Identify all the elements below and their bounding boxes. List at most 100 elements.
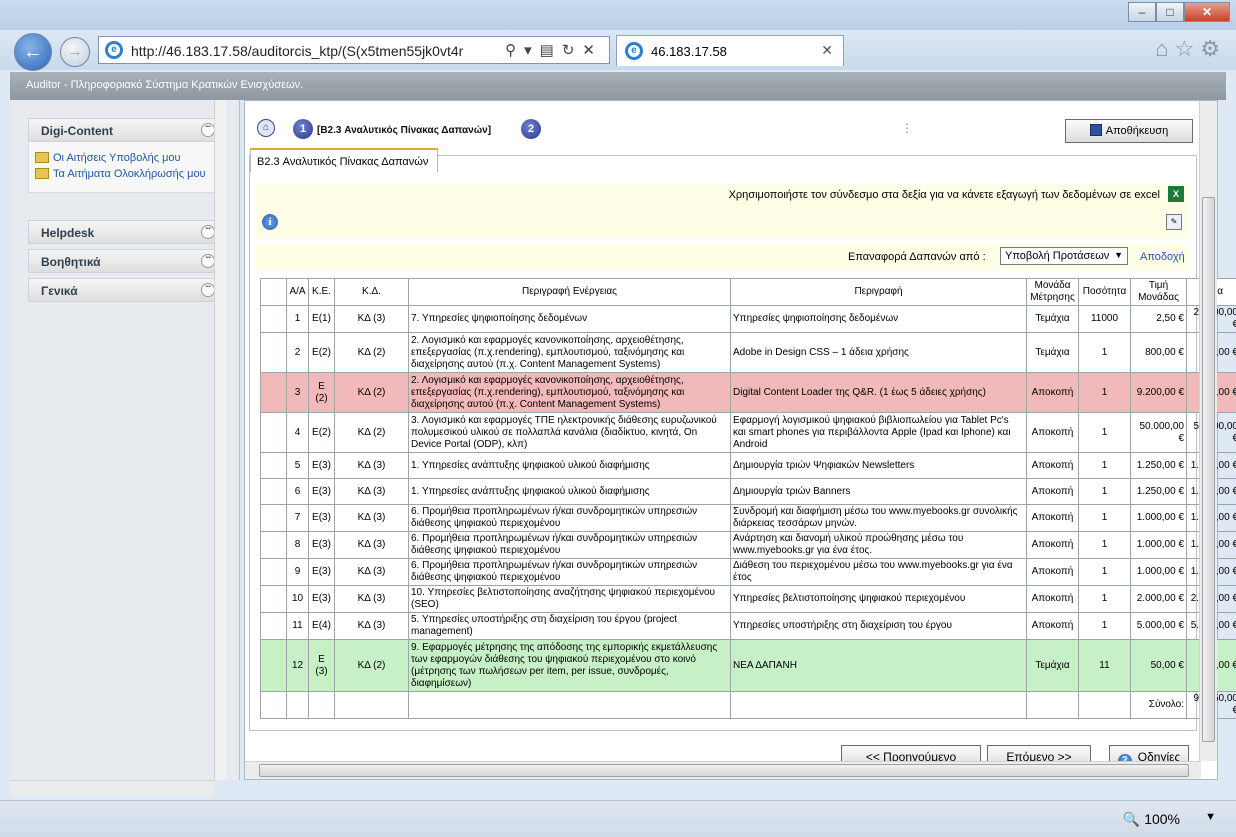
cell-unit-price: 5.000,00 € <box>1130 612 1187 640</box>
refresh-icon[interactable]: ↻ <box>562 42 583 59</box>
table-row[interactable]: 3Ε (2) ΚΔ (2) 2. Λογισμικό και εφαρμογές κ… <box>260 372 1236 413</box>
table-row[interactable]: 5 Ε(3) ΚΔ (3) 1. Υπηρεσίες ανάπτυξης ψηφιακ… <box>260 452 1236 479</box>
row-blank <box>260 452 287 479</box>
accordion-header-auxiliary[interactable]: Βοηθητικά ˇˇ <box>28 249 222 273</box>
cell-desc: Δημιουργία τριών Ψηφιακών Newsletters <box>730 452 1027 479</box>
cell-desc: ΝΕΑ ΔΑΠΑΝΗ <box>730 639 1027 692</box>
cell-desc: Υπηρεσίες βελτιστοποίησης ψηφιακού περιε… <box>730 585 1027 613</box>
table-row[interactable]: 8 Ε(3) ΚΔ (3) 6. Προμήθεια προπληρωμένων ή/… <box>260 531 1236 559</box>
home-icon[interactable]: ⌂ <box>1155 36 1174 61</box>
cell-ke: Ε (3) <box>308 639 335 692</box>
maximize-button[interactable]: □ <box>1156 2 1184 22</box>
app-header: Auditor - Πληροφοριακό Σύστημα Κρατικών … <box>10 72 1226 100</box>
ie-icon: e <box>105 41 123 59</box>
cell-aa: 7 <box>286 504 309 532</box>
col-unit-price: Τιμή Μονάδας <box>1130 278 1187 306</box>
left-panel-hscrollbar[interactable] <box>10 780 214 796</box>
cell-unit-price: 1.000,00 € <box>1130 558 1187 586</box>
link-my-applications[interactable]: Οι Αιτήσεις Υποβολής μου <box>35 152 215 164</box>
cell-ke: Ε (2) <box>308 372 335 413</box>
accept-link[interactable]: Αποδοχή <box>1140 251 1185 263</box>
zoom-level[interactable]: 🔍 100% <box>1123 811 1180 828</box>
cell-desc: Εφαρμογή λογισμικού ψηφιακού βιβλιοπωλεί… <box>730 412 1027 453</box>
left-panel-scrollbar[interactable] <box>214 100 226 780</box>
chevron-up-icon[interactable]: ˆˆ <box>201 123 215 137</box>
main-hscrollbar[interactable] <box>245 761 1201 779</box>
stop-icon[interactable]: ✕ <box>582 42 603 59</box>
forward-button[interactable]: → <box>60 37 90 67</box>
accordion-header-helpdesk[interactable]: Helpdesk ˇˇ <box>28 220 222 244</box>
save-button[interactable]: Αποθήκευση <box>1065 119 1193 143</box>
close-window-button[interactable]: ✕ <box>1184 2 1230 22</box>
row-blank <box>260 612 287 640</box>
chevron-down-icon[interactable]: ˇˇ <box>201 283 215 297</box>
row-blank <box>260 585 287 613</box>
cell-qty: 11000 <box>1078 305 1131 333</box>
cell-ke: Ε(3) <box>308 558 335 586</box>
zoom-dropdown-icon[interactable]: ▼ <box>1205 811 1216 823</box>
cell-aa: 3 <box>286 372 309 413</box>
chevron-down-icon: ▼ <box>1114 250 1123 260</box>
separator: ⋮ <box>901 121 913 135</box>
ie-icon: e <box>625 42 643 60</box>
cell-unit-price: 1.250,00 € <box>1130 478 1187 505</box>
cell-unit: Τεμάχια <box>1026 639 1079 692</box>
cell-ke: Ε(4) <box>308 612 335 640</box>
address-url[interactable]: http://46.183.17.58/auditorcis_ktp/(S(x5… <box>131 43 487 59</box>
accordion-header-general[interactable]: Γενικά ˇˇ <box>28 278 222 302</box>
table-row[interactable]: 4 Ε(2) ΚΔ (2) 3. Λογισμικό και εφαρμογές ΤΠ… <box>260 412 1236 453</box>
cell-kd: ΚΔ (2) <box>334 639 409 692</box>
table-row[interactable]: 12 Ε (3) ΚΔ (2) 9. Εφαρμογές μέτρησης της α… <box>260 639 1236 692</box>
step-1-badge[interactable]: 1 <box>293 119 313 139</box>
table-row[interactable]: 11 Ε(4) ΚΔ (3) 5. Υπηρεσίες υποστήριξης στη… <box>260 612 1236 640</box>
table-row[interactable]: 6 Ε(3) ΚΔ (3) 1. Υπηρεσίες ανάπτυξης ψηφιακ… <box>260 478 1236 505</box>
accordion-title: Helpdesk <box>41 226 95 240</box>
search-icon[interactable]: ⚲ <box>505 42 524 59</box>
home-icon[interactable]: ⌂ <box>257 119 275 137</box>
compat-icon[interactable]: ▤ <box>540 42 562 59</box>
link-my-completion-requests[interactable]: Τα Αιτήματα Ολοκλήρωσής μου <box>35 168 215 180</box>
table-row[interactable]: 2 Ε(2) ΚΔ (2) 2. Λογισμικό και εφαρμογές κα… <box>260 332 1236 373</box>
scroll-thumb[interactable] <box>259 764 1189 777</box>
info-icon[interactable]: i <box>262 214 278 230</box>
chevron-down-icon[interactable]: ˇˇ <box>201 225 215 239</box>
tab-analytical-expenses[interactable]: B2.3 Αναλυτικός Πίνακας Δαπανών <box>250 148 438 172</box>
col-aa: Α/Α <box>286 278 309 306</box>
excel-icon[interactable]: X <box>1168 186 1184 202</box>
cell-unit-price: 50.000,00 € <box>1130 412 1187 453</box>
favorites-icon[interactable]: ☆ <box>1175 36 1201 61</box>
cell-kd: ΚΔ (3) <box>334 478 409 505</box>
edit-icon[interactable]: ✎ <box>1166 214 1182 230</box>
accordion-body: Οι Αιτήσεις Υποβολής μου Τα Αιτήματα Ολο… <box>28 142 222 193</box>
cell-action-desc: 5. Υπηρεσίες υποστήριξης στη διαχείριση … <box>408 612 731 640</box>
cell-unit-price: 9.200,00 € <box>1130 372 1187 413</box>
tab-close-icon[interactable]: ✕ <box>821 42 833 59</box>
info-bar: i ✎ <box>256 208 1190 238</box>
table-row[interactable]: 10 Ε(3) ΚΔ (3) 10. Υπηρεσίες βελτιστοποίηση… <box>260 585 1236 613</box>
expense-table: Α/Α Κ.Ε. Κ.Δ. Περιγραφή Ενέργειας Περιγρ… <box>260 278 1236 719</box>
cell-desc: Υπηρεσίες ψηφιοποίησης δεδομένων <box>730 305 1027 333</box>
dropdown-icon[interactable]: ▾ <box>524 42 540 59</box>
address-tools: ⚲▾▤↻✕ <box>505 41 603 59</box>
table-row[interactable]: 1 Ε(1) ΚΔ (3) 7. Υπηρεσίες ψηφιοποίησης δεδ… <box>260 305 1236 333</box>
minimize-button[interactable]: – <box>1128 2 1156 22</box>
cell-aa: 6 <box>286 478 309 505</box>
accordion-header-digi-content[interactable]: Digi-Content ˆˆ <box>28 118 222 142</box>
browser-tab[interactable]: e 46.183.17.58 ✕ <box>616 35 844 66</box>
gear-icon[interactable]: ⚙ <box>1200 36 1226 61</box>
scroll-thumb[interactable] <box>1202 197 1215 742</box>
table-row[interactable]: 7 Ε(3) ΚΔ (3) 6. Προμήθεια προπληρωμένων ή/… <box>260 504 1236 532</box>
col-blank <box>260 278 287 306</box>
step-2-badge[interactable]: 2 <box>521 119 541 139</box>
address-bar[interactable]: e http://46.183.17.58/auditorcis_ktp/(S(… <box>98 36 610 64</box>
table-row[interactable]: 9 Ε(3) ΚΔ (3) 6. Προμήθεια προπληρωμένων ή/… <box>260 558 1236 586</box>
main-vscrollbar[interactable] <box>1199 101 1217 761</box>
chevron-down-icon[interactable]: ˇˇ <box>201 254 215 268</box>
restore-select[interactable]: Υποβολή Προτάσεων ▼ <box>1000 247 1128 265</box>
cell-aa: 8 <box>286 531 309 559</box>
cell-aa: 11 <box>286 612 309 640</box>
browser-right-icons: ⌂☆⚙ <box>1155 36 1226 62</box>
back-button[interactable]: ← <box>14 33 52 71</box>
cell-unit: Τεμάχια <box>1026 332 1079 373</box>
row-blank <box>260 531 287 559</box>
